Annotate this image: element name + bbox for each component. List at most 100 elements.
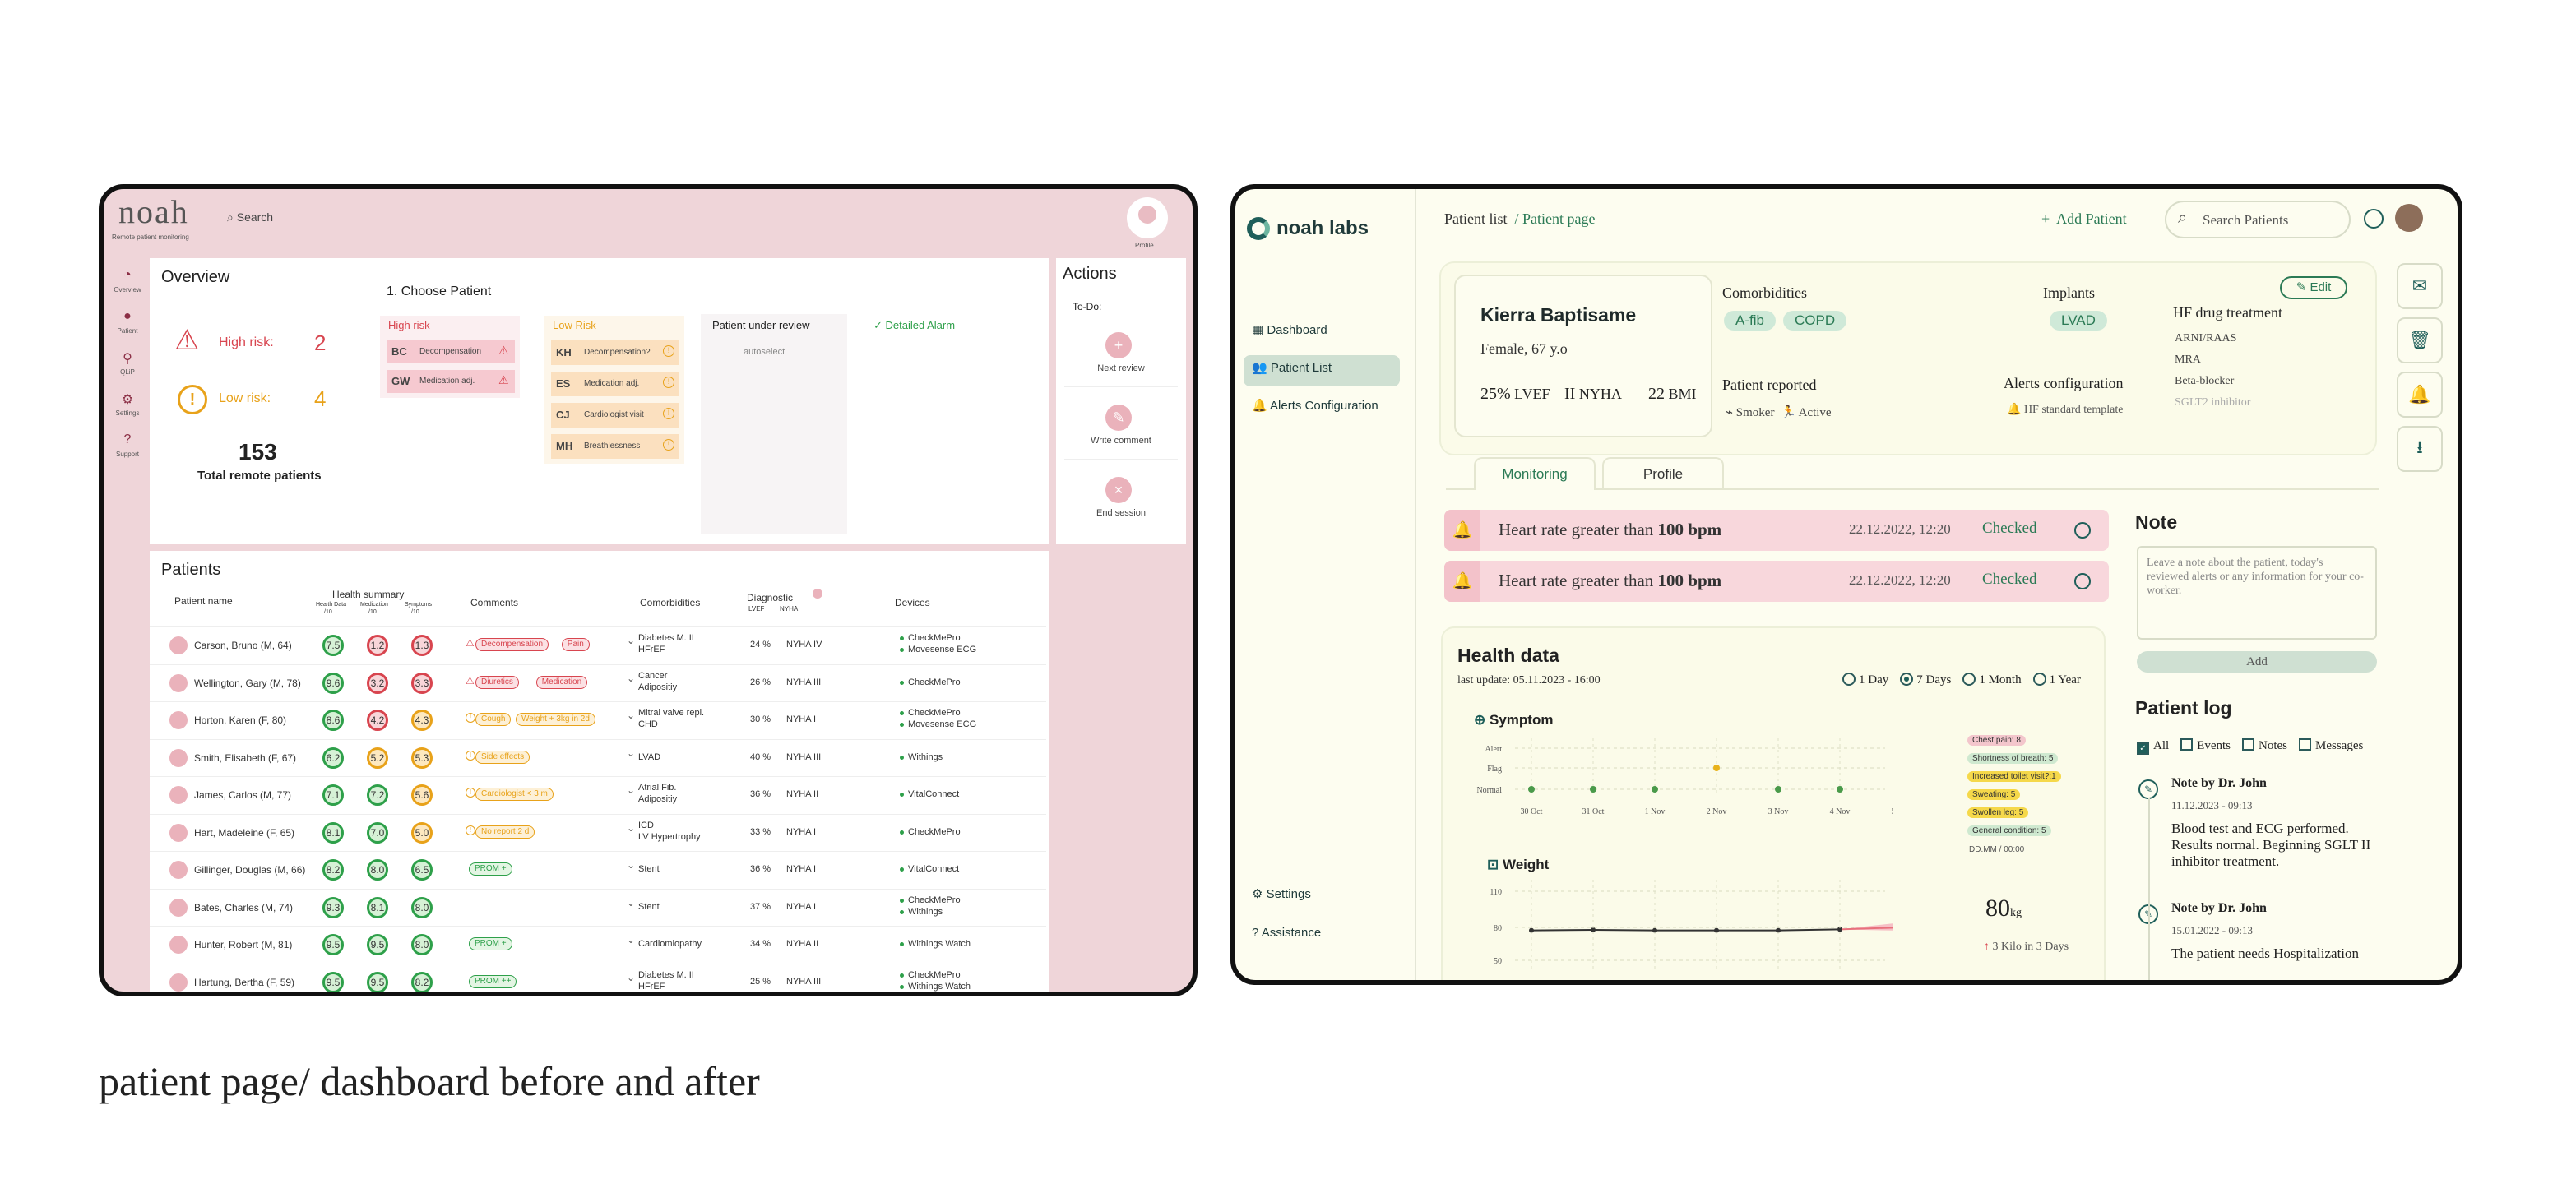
- comment-tag[interactable]: Weight + 3kg in 2d: [516, 713, 595, 726]
- comment-tag[interactable]: Medication: [535, 675, 588, 689]
- action-write-comment-button[interactable]: Write comment: [1056, 436, 1186, 446]
- patient-name[interactable]: Hartung, Bertha (F, 59): [194, 977, 294, 988]
- nav-support-icon[interactable]: ?: [115, 432, 140, 447]
- log-filter-messages[interactable]: Messages: [2299, 738, 2363, 752]
- comment-tag[interactable]: PROM +: [469, 862, 512, 876]
- nav-alerts-configuration[interactable]: 🔔 Alerts Configuration: [1252, 398, 1378, 413]
- nav-patient-label[interactable]: Patient: [109, 327, 146, 335]
- patient-name[interactable]: Bates, Charles (M, 74): [194, 902, 293, 913]
- chevron-down-icon[interactable]: ⌄: [627, 710, 635, 721]
- comment-tag[interactable]: Diuretics: [475, 675, 519, 689]
- search-input[interactable]: Search Patients: [2203, 212, 2288, 229]
- chevron-down-icon[interactable]: ⌄: [627, 673, 635, 684]
- note-input[interactable]: Leave a note about the patient, today's …: [2137, 546, 2377, 640]
- nav-overview-icon[interactable]: ◔: [115, 268, 140, 283]
- alerts-config-value[interactable]: 🔔 HF standard template: [2007, 403, 2123, 417]
- alert-button[interactable]: 🔔: [2397, 372, 2443, 418]
- table-row[interactable]: Bates, Charles (M, 74) 9.3 8.1 8.0 ⌄ Stent 37 …: [150, 888, 1049, 925]
- action-next-review-button[interactable]: Next review: [1056, 363, 1186, 373]
- patient-name[interactable]: Carson, Bruno (M, 64): [194, 640, 292, 651]
- download-button[interactable]: ⭳: [2397, 426, 2443, 472]
- table-row[interactable]: Smith, Elisabeth (F, 67) 6.2 5.2 5.3! Side e…: [150, 738, 1049, 775]
- breadcrumb-patient-list[interactable]: Patient list: [1444, 210, 1508, 227]
- patient-name[interactable]: Hart, Madeleine (F, 65): [194, 827, 294, 839]
- search-input[interactable]: Search: [237, 210, 273, 224]
- edit-button[interactable]: ✎ Edit: [2280, 276, 2347, 299]
- detailed-alarm[interactable]: ✓ Detailed Alarm: [873, 319, 955, 332]
- log-filter-notes[interactable]: Notes: [2242, 738, 2287, 752]
- search-field[interactable]: ⌕ Search Patients: [2165, 201, 2351, 238]
- range-option[interactable]: 1 Month: [1962, 673, 2022, 687]
- search-bar[interactable]: ⌕ Search: [227, 210, 273, 224]
- table-row[interactable]: Hunter, Robert (M, 81) 9.5 9.5 8.0 PROM + ⌄ Ca…: [150, 926, 1049, 962]
- table-row[interactable]: James, Carlos (M, 77) 7.1 7.2 5.6! Cardiolog…: [150, 776, 1049, 812]
- status-dot: [900, 867, 904, 872]
- action-end-session-button[interactable]: End session: [1056, 508, 1186, 518]
- comment-tag[interactable]: Pain: [561, 638, 590, 651]
- log-filter-events[interactable]: Events: [2180, 738, 2231, 752]
- avatar[interactable]: [2395, 204, 2423, 232]
- tab-profile[interactable]: Profile: [1602, 457, 1724, 490]
- close-icon[interactable]: ×: [1105, 477, 1132, 503]
- patient-name[interactable]: Hunter, Robert (M, 81): [194, 939, 292, 950]
- nav-qlip-label[interactable]: QLiP: [109, 368, 146, 376]
- range-option[interactable]: 1 Day: [1842, 673, 1888, 687]
- trash-button[interactable]: 🗑: [2397, 317, 2443, 363]
- comment-tag[interactable]: PROM ++: [469, 974, 517, 988]
- add-patient-button[interactable]: + Add Patient: [2041, 210, 2127, 228]
- add-column-icon[interactable]: [813, 589, 822, 599]
- nav-patient-list[interactable]: 👥 Patient List: [1252, 360, 1332, 375]
- comment-tag[interactable]: Cough: [475, 713, 512, 726]
- table-row[interactable]: Wellington, Gary (M, 78) 9.6 3.2 3.3 ⚠ Diuret…: [150, 663, 1049, 700]
- comment-tag[interactable]: PROM +: [469, 937, 512, 950]
- nav-patient-icon[interactable]: ●: [115, 309, 140, 324]
- table-row[interactable]: Hartung, Bertha (F, 59) 9.5 9.5 8.2 PROM ++ ⌄…: [150, 963, 1049, 992]
- patient-name[interactable]: Wellington, Gary (M, 78): [194, 677, 301, 689]
- patient-name[interactable]: Gillinger, Douglas (M, 66): [194, 864, 305, 876]
- comment-tag[interactable]: No report 2 d: [475, 825, 535, 839]
- checkbox-circle[interactable]: [2074, 573, 2091, 590]
- globe-icon[interactable]: [2364, 209, 2384, 229]
- chevron-down-icon[interactable]: ⌄: [627, 972, 635, 983]
- nav-overview-label[interactable]: Overview: [109, 286, 146, 294]
- x-tick-label: 30 Oct: [1521, 980, 1543, 985]
- nav-assistance-label: Assistance: [1261, 926, 1322, 940]
- pencil-icon[interactable]: ✎: [1105, 405, 1132, 431]
- table-row[interactable]: Hart, Madeleine (F, 65) 8.1 7.0 5.0! No repo…: [150, 813, 1049, 850]
- log-filter-all[interactable]: ✓ All: [2137, 739, 2169, 755]
- comment-tag[interactable]: Side effects: [475, 750, 530, 764]
- symptom-point: [1590, 786, 1596, 793]
- note-add-button[interactable]: Add: [2137, 651, 2377, 673]
- table-row[interactable]: Carson, Bruno (M, 64) 7.5 1.2 1.3 ⚠ Decompens…: [150, 626, 1049, 663]
- comment-tag[interactable]: Cardiologist < 3 m: [475, 788, 554, 801]
- patient-name[interactable]: Smith, Elisabeth (F, 67): [194, 752, 296, 764]
- range-option[interactable]: 7 Days: [1900, 673, 1951, 687]
- plus-icon[interactable]: +: [1105, 332, 1132, 358]
- chevron-down-icon[interactable]: ⌄: [627, 747, 635, 759]
- nav-settings[interactable]: ⚙ Settings: [1252, 886, 1311, 901]
- patient-name[interactable]: Horton, Karen (F, 80): [194, 714, 286, 726]
- nav-support-label[interactable]: Support: [109, 451, 146, 458]
- patient-name[interactable]: James, Carlos (M, 77): [194, 789, 291, 801]
- chevron-down-icon[interactable]: ⌄: [627, 635, 635, 646]
- health-score: 7.0: [367, 821, 388, 844]
- nav-assistance[interactable]: ? Assistance: [1252, 926, 1321, 940]
- avatar[interactable]: [1127, 197, 1168, 238]
- table-row[interactable]: Gillinger, Douglas (M, 66) 8.2 8.0 6.5 PROM …: [150, 851, 1049, 887]
- range-option[interactable]: 1 Year: [2032, 673, 2081, 687]
- chevron-down-icon[interactable]: ⌄: [627, 784, 635, 796]
- comment-tag[interactable]: Decompensation: [475, 638, 549, 651]
- tab-monitoring[interactable]: Monitoring: [1474, 457, 1596, 490]
- chevron-down-icon[interactable]: ⌄: [627, 934, 635, 946]
- mail-button[interactable]: ✉: [2397, 263, 2443, 309]
- nav-dashboard[interactable]: ▦ Dashboard: [1252, 322, 1327, 337]
- weight-unit: kg: [2010, 907, 2022, 919]
- nav-settings-icon[interactable]: ⚙: [115, 391, 140, 408]
- nav-settings-label[interactable]: Settings: [109, 409, 146, 417]
- chevron-down-icon[interactable]: ⌄: [627, 822, 635, 834]
- table-row[interactable]: Horton, Karen (F, 80) 8.6 4.2 4.3! Cough Weig…: [150, 701, 1049, 737]
- nav-qlip-icon[interactable]: ⚲: [115, 350, 140, 367]
- checkbox-circle[interactable]: [2074, 522, 2091, 539]
- chevron-down-icon[interactable]: ⌄: [627, 859, 635, 871]
- chevron-down-icon[interactable]: ⌄: [627, 897, 635, 909]
